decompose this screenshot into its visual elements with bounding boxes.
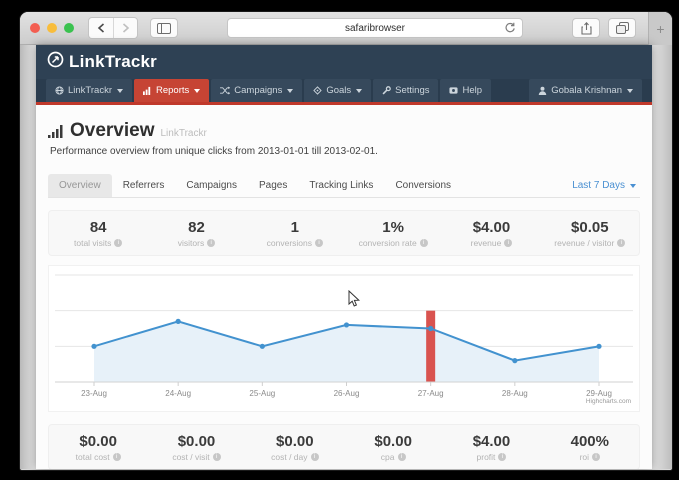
stats-row-bottom: $0.00 total costi $0.00 cost / visiti $0… xyxy=(48,424,640,469)
nav-item-reports[interactable]: Reports xyxy=(134,79,209,102)
globe-icon xyxy=(55,86,64,95)
date-range-dropdown[interactable]: Last 7 Days xyxy=(572,180,640,191)
tab-overview-button[interactable] xyxy=(608,18,636,38)
reload-icon[interactable] xyxy=(504,22,516,38)
site-logo-text[interactable]: LinkTrackr xyxy=(69,52,157,72)
tab-tracking-links[interactable]: Tracking Links xyxy=(298,174,384,197)
tab-referrers[interactable]: Referrers xyxy=(112,174,176,197)
info-icon[interactable]: i xyxy=(311,453,319,461)
svg-text:27-Aug: 27-Aug xyxy=(418,389,444,398)
info-icon[interactable]: i xyxy=(207,239,215,247)
tab-campaigns[interactable]: Campaigns xyxy=(175,174,248,197)
goal-diamond-icon xyxy=(313,86,322,95)
history-buttons xyxy=(88,17,138,39)
info-icon[interactable]: i xyxy=(592,453,600,461)
main-content: Overview LinkTrackr Performance overview… xyxy=(36,120,652,469)
traffic-lights xyxy=(30,23,74,33)
share-button[interactable] xyxy=(572,18,600,38)
page-title: Overview xyxy=(70,120,155,142)
mouse-cursor xyxy=(348,290,361,313)
page-title-suffix: LinkTrackr xyxy=(161,128,207,139)
main-nav: LinkTrackr Reports Campaigns Goals Setti… xyxy=(36,79,652,105)
chevron-down-icon xyxy=(356,89,362,93)
info-icon[interactable]: i xyxy=(398,453,406,461)
shuffle-icon xyxy=(220,86,230,95)
stat-profit: $4.00 profiti xyxy=(442,433,540,462)
info-icon[interactable]: i xyxy=(504,239,512,247)
user-menu[interactable]: Gobala Krishnan xyxy=(529,79,642,102)
minimize-window-button[interactable] xyxy=(47,23,57,33)
stat-conversion-rate: 1% conversion ratei xyxy=(344,219,442,248)
stat-total-visits: 84 total visitsi xyxy=(49,219,147,248)
stat-cost-per-visit: $0.00 cost / visiti xyxy=(147,433,245,462)
browser-chrome: safaribrowser + xyxy=(20,12,672,45)
chevron-down-icon xyxy=(194,89,200,93)
svg-text:Highcharts.com: Highcharts.com xyxy=(586,398,631,405)
info-icon[interactable]: i xyxy=(114,239,122,247)
tabs-icon xyxy=(616,22,629,34)
zoom-window-button[interactable] xyxy=(64,23,74,33)
bar-chart-icon xyxy=(143,86,152,95)
nav-item-campaigns[interactable]: Campaigns xyxy=(211,79,302,102)
stat-cpa: $0.00 cpai xyxy=(344,433,442,462)
overview-bars-icon xyxy=(48,124,64,143)
stat-total-cost: $0.00 total costi xyxy=(49,433,147,462)
stat-revenue: $4.00 revenuei xyxy=(442,219,540,248)
wrench-icon xyxy=(382,86,391,95)
svg-text:24-Aug: 24-Aug xyxy=(165,389,191,398)
plus-icon: + xyxy=(656,21,664,37)
new-tab-button[interactable]: + xyxy=(648,12,672,45)
user-icon xyxy=(538,86,547,95)
share-icon xyxy=(581,22,592,35)
help-icon xyxy=(449,86,458,95)
svg-text:28-Aug: 28-Aug xyxy=(502,389,528,398)
stat-cost-per-day: $0.00 cost / dayi xyxy=(246,433,344,462)
info-icon[interactable]: i xyxy=(213,453,221,461)
stat-conversions: 1 conversionsi xyxy=(246,219,344,248)
chevron-down-icon xyxy=(630,184,636,188)
sidebar-icon xyxy=(157,23,171,34)
stat-roi: 400% roii xyxy=(541,433,639,462)
svg-text:25-Aug: 25-Aug xyxy=(249,389,275,398)
stats-row-top: 84 total visitsi 82 visitorsi 1 conversi… xyxy=(48,210,640,256)
linktrackr-page: LinkTrackr LinkTrackr Reports Campaigns xyxy=(36,45,652,469)
report-tabs: Overview Referrers Campaigns Pages Track… xyxy=(48,174,640,198)
forward-button[interactable] xyxy=(113,18,137,38)
info-icon[interactable]: i xyxy=(315,239,323,247)
chevron-down-icon xyxy=(287,89,293,93)
chevron-down-icon xyxy=(627,89,633,93)
back-button[interactable] xyxy=(89,18,113,38)
address-text: safaribrowser xyxy=(345,23,405,34)
stat-visitors: 82 visitorsi xyxy=(147,219,245,248)
browser-viewport: LinkTrackr LinkTrackr Reports Campaigns xyxy=(20,45,672,469)
visits-chart-card: 23-Aug 24-Aug 25-Aug 26-Aug 27-Aug 28-Aug 29-A… xyxy=(48,265,640,412)
tab-conversions[interactable]: Conversions xyxy=(384,174,462,197)
close-window-button[interactable] xyxy=(30,23,40,33)
svg-text:26-Aug: 26-Aug xyxy=(334,389,360,398)
visits-chart[interactable]: 23-Aug 24-Aug 25-Aug 26-Aug 27-Aug 28-Aug 29-A… xyxy=(49,266,639,406)
svg-text:23-Aug: 23-Aug xyxy=(81,389,107,398)
tab-overview[interactable]: Overview xyxy=(48,174,112,197)
address-bar[interactable]: safaribrowser xyxy=(227,18,523,38)
linktrackr-logo-icon xyxy=(47,51,64,73)
info-icon[interactable]: i xyxy=(617,239,625,247)
svg-text:29-Aug: 29-Aug xyxy=(586,389,612,398)
tab-pages[interactable]: Pages xyxy=(248,174,298,197)
nav-item-linktrackr[interactable]: LinkTrackr xyxy=(46,79,132,102)
site-header: LinkTrackr xyxy=(36,45,652,79)
nav-item-help[interactable]: Help xyxy=(440,79,491,102)
sidebar-toggle-button[interactable] xyxy=(150,18,178,38)
info-icon[interactable]: i xyxy=(113,453,121,461)
nav-item-goals[interactable]: Goals xyxy=(304,79,371,102)
page-subtitle: Performance overview from unique clicks … xyxy=(50,146,640,157)
info-icon[interactable]: i xyxy=(420,239,428,247)
nav-item-settings[interactable]: Settings xyxy=(373,79,438,102)
info-icon[interactable]: i xyxy=(498,453,506,461)
chevron-down-icon xyxy=(117,89,123,93)
browser-window: safaribrowser + LinkTrackr xyxy=(20,12,672,470)
stat-revenue-per-visitor: $0.05 revenue / visitori xyxy=(541,219,639,248)
